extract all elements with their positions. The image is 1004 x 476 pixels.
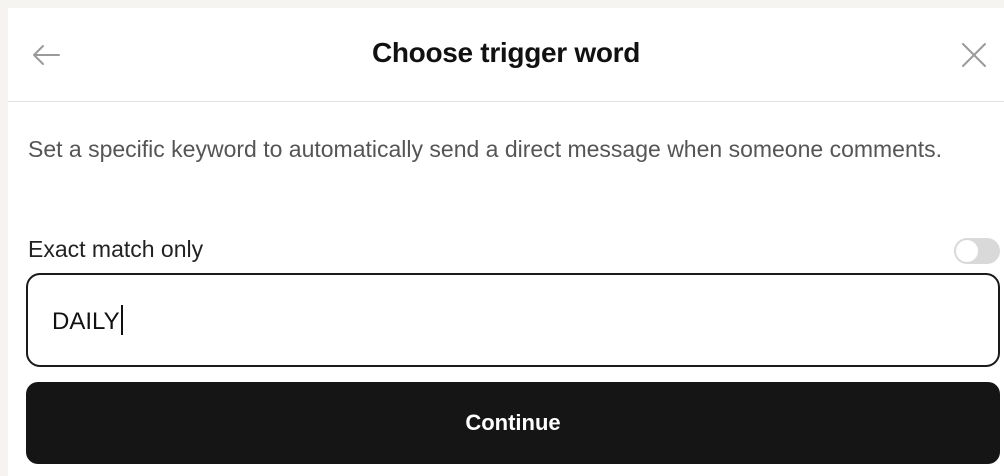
trigger-word-dialog: Choose trigger word Set a specific keywo… — [8, 8, 1004, 476]
keyword-input[interactable]: DAILY — [26, 273, 1000, 367]
exact-match-toggle[interactable] — [954, 238, 1000, 264]
exact-match-label: Exact match only — [28, 236, 204, 262]
page-title: Choose trigger word — [371, 37, 641, 68]
keyword-input-value: DAILY — [52, 305, 123, 336]
keyword-text: DAILY — [52, 308, 120, 335]
description-text: Set a specific keyword to automatically … — [28, 136, 943, 162]
dialog-header: Choose trigger word — [8, 8, 1004, 102]
close-button[interactable] — [954, 35, 994, 75]
text-caret — [120, 305, 123, 335]
continue-button[interactable]: Continue — [26, 382, 1000, 464]
toggle-knob — [956, 240, 978, 262]
exact-match-row: Exact match only — [28, 232, 1000, 268]
close-icon — [962, 43, 986, 67]
